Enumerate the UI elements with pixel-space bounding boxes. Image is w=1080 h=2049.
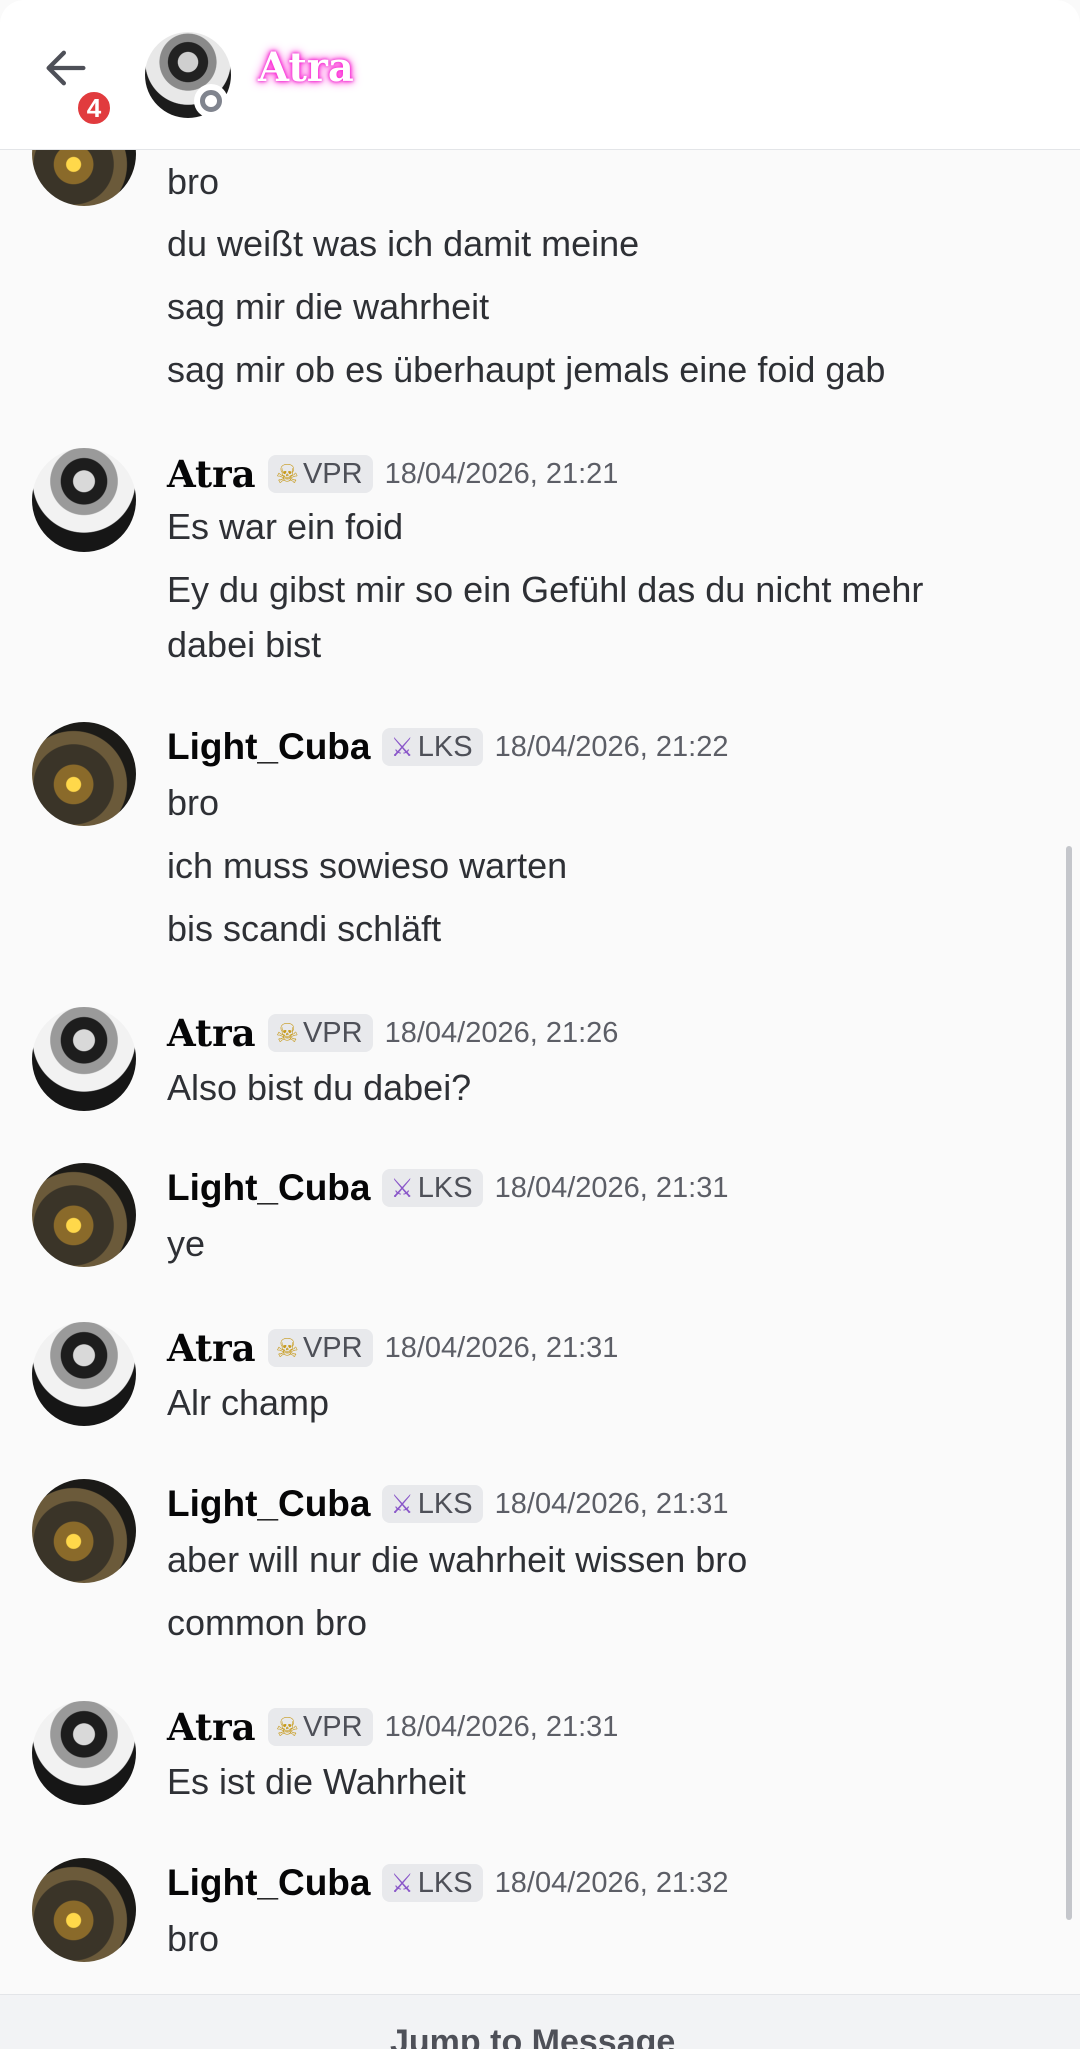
username[interactable]: Light_Cuba [167,1167,370,1209]
timestamp: 18/04/2026, 21:31 [494,1171,729,1204]
timestamp: 18/04/2026, 21:31 [384,1710,619,1743]
role-tag[interactable]: ⚔ LKS [382,728,483,766]
sword-icon: ⚔ [390,1867,414,1898]
message-text: Also bist du dabei? [167,1067,472,1108]
timestamp: 18/04/2026, 21:26 [384,1016,619,1049]
message-text: Es war ein foid [167,506,404,547]
avatar[interactable] [32,1701,136,1805]
sword-icon: ⚔ [390,1488,414,1519]
skull-icon: ☠ [275,1017,299,1048]
jump-to-message-bar[interactable]: Jump to Message [0,1994,1080,2049]
timestamp: 18/04/2026, 21:31 [494,1487,729,1520]
avatar[interactable] [32,1858,136,1962]
message-text: Alr champ [167,1382,330,1423]
role-tag[interactable]: ☠ VPR [267,1329,373,1367]
skull-icon: ☠ [275,1332,299,1363]
timestamp: 18/04/2026, 21:32 [494,1866,729,1899]
message-text: aber will nur die wahrheit wissen bro [167,1539,748,1580]
back-button[interactable]: 4 [40,42,114,128]
username[interactable]: Atra [167,1705,256,1749]
chat-header: 4 Atra [0,0,1080,150]
role-tag[interactable]: ⚔ LKS [382,1864,483,1902]
message-text: bro [167,161,220,202]
avatar[interactable] [32,1007,136,1111]
message-text: common bro [167,1602,368,1643]
skull-icon: ☠ [275,1711,299,1742]
role-tag[interactable]: ⚔ LKS [382,1169,483,1207]
username[interactable]: Atra [167,1011,256,1055]
avatar[interactable] [32,1163,136,1267]
arrow-left-icon [46,50,86,86]
username[interactable]: Light_Cuba [167,1483,370,1525]
avatar[interactable] [32,448,136,552]
timestamp: 18/04/2026, 21:31 [384,1331,619,1364]
skull-icon: ☠ [275,458,299,489]
message-text: ye [167,1223,206,1264]
channel-title[interactable]: Atra [258,44,354,91]
unread-badge: 4 [74,88,114,128]
username[interactable]: Atra [167,452,256,496]
message-text: sag mir die wahrheit [167,286,490,327]
message-text: ich muss sowieso warten [167,845,568,886]
username[interactable]: Light_Cuba [167,726,370,768]
role-tag[interactable]: ☠ VPR [267,1708,373,1746]
sword-icon: ⚔ [390,1172,414,1203]
scrollbar[interactable] [1066,846,1072,1920]
message-text: dabei bist [167,624,322,665]
role-tag[interactable]: ⚔ LKS [382,1485,483,1523]
avatar[interactable] [32,722,136,826]
message-text: sag mir ob es überhaupt jemals eine foid… [167,349,886,390]
role-tag[interactable]: ☠ VPR [267,455,373,493]
username[interactable]: Atra [167,1326,256,1370]
message-text: Es ist die Wahrheit [167,1761,466,1802]
message-text: bro [167,782,220,823]
timestamp: 18/04/2026, 21:21 [384,457,619,490]
message-text: Ey du gibst mir so ein Gefühl das du nic… [167,569,924,610]
status-offline-icon [194,84,228,118]
username[interactable]: Light_Cuba [167,1862,370,1904]
sword-icon: ⚔ [390,731,414,762]
timestamp: 18/04/2026, 21:22 [494,730,729,763]
message-text: bis scandi schläft [167,908,442,949]
avatar[interactable] [32,1479,136,1583]
message-text: bro [167,1918,220,1959]
role-tag[interactable]: ☠ VPR [267,1014,373,1052]
avatar[interactable] [32,1322,136,1426]
jump-to-message-label[interactable]: Jump to Message [390,2023,675,2049]
message-text: du weißt was ich damit meine [167,223,640,264]
